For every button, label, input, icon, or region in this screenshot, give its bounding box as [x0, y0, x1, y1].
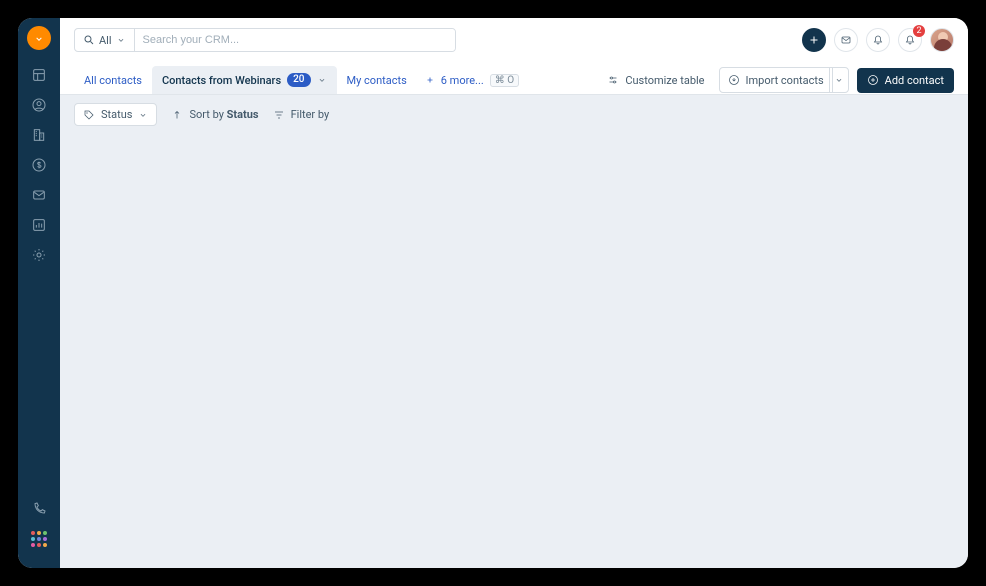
- content-area: [60, 134, 968, 568]
- views-bar: All contacts Contacts from Webinars 20 M…: [60, 62, 968, 94]
- bell-alert-icon: [904, 34, 916, 46]
- device-frame: All 2: [0, 0, 986, 586]
- import-contacts-button[interactable]: Import contacts: [719, 67, 833, 93]
- add-contact-label: Add contact: [885, 74, 944, 87]
- search-scope-select[interactable]: All: [75, 29, 135, 51]
- filter-button[interactable]: Filter by: [273, 108, 330, 121]
- tab-label: All contacts: [84, 74, 142, 87]
- list-toolbar: Status Sort by Status Filter by: [60, 94, 968, 134]
- sort-label: Sort by Status: [189, 108, 258, 121]
- chevron-down-icon: [138, 110, 148, 120]
- import-contacts-group: Import contacts: [719, 67, 849, 93]
- mail-icon: [31, 187, 47, 203]
- sidebar-item-reports[interactable]: [26, 212, 52, 238]
- tab-contacts-from-webinars[interactable]: Contacts from Webinars 20: [152, 66, 337, 94]
- sidebar-item-accounts[interactable]: [26, 122, 52, 148]
- main-area: All 2: [60, 18, 968, 568]
- filter-label: Filter by: [291, 108, 330, 121]
- bell-icon: [872, 34, 884, 46]
- status-chip-label: Status: [101, 108, 132, 121]
- chevron-down-icon: [834, 75, 844, 85]
- quick-add-button[interactable]: [802, 28, 826, 52]
- search-scope-label: All: [99, 34, 112, 47]
- sidebar-item-contacts[interactable]: [26, 92, 52, 118]
- gear-icon: [31, 247, 47, 263]
- arrow-down-icon: [33, 32, 45, 44]
- user-avatar[interactable]: [930, 28, 954, 52]
- sidebar: [18, 18, 60, 568]
- tabs-list: All contacts Contacts from Webinars 20 M…: [74, 66, 527, 94]
- import-contacts-label: Import contacts: [746, 74, 824, 87]
- download-circle-icon: [728, 74, 740, 86]
- app-screen: All 2: [18, 18, 968, 568]
- more-tabs-label: 6 more...: [441, 74, 484, 87]
- sidebar-item-apps[interactable]: [26, 526, 52, 552]
- customize-table-label: Customize table: [625, 74, 704, 87]
- more-tabs-button[interactable]: 6 more... ⌘ O: [417, 68, 527, 93]
- sidebar-item-dashboard[interactable]: [26, 62, 52, 88]
- notifications-badge: 2: [913, 25, 925, 37]
- app-logo[interactable]: [27, 26, 51, 50]
- keyboard-hint: ⌘ O: [490, 74, 519, 87]
- sidebar-item-phone[interactable]: [26, 496, 52, 522]
- sidebar-item-conversations[interactable]: [26, 182, 52, 208]
- arrow-up-icon: [171, 109, 183, 121]
- plus-circle-icon: [867, 74, 879, 86]
- mail-icon: [840, 34, 852, 46]
- tab-label: Contacts from Webinars: [162, 74, 281, 87]
- sort-button[interactable]: Sort by Status: [171, 108, 258, 121]
- apps-grid-icon: [31, 531, 47, 547]
- tab-count-pill: 20: [287, 73, 310, 87]
- mail-button[interactable]: [834, 28, 858, 52]
- search-bar: All: [74, 28, 456, 52]
- plus-icon: [425, 75, 435, 85]
- chevron-down-icon: [317, 75, 327, 85]
- import-contacts-menu[interactable]: [829, 67, 849, 93]
- plus-icon: [808, 34, 820, 46]
- dollar-circle-icon: [31, 157, 47, 173]
- topbar: All 2: [60, 18, 968, 62]
- customize-table-button[interactable]: Customize table: [601, 70, 710, 91]
- tag-icon: [83, 109, 95, 121]
- tab-all-contacts[interactable]: All contacts: [74, 67, 152, 94]
- notifications-button[interactable]: 2: [898, 28, 922, 52]
- sidebar-item-deals[interactable]: [26, 152, 52, 178]
- search-icon: [83, 34, 95, 46]
- building-icon: [31, 127, 47, 143]
- filter-icon: [273, 109, 285, 121]
- bell-button[interactable]: [866, 28, 890, 52]
- bar-chart-icon: [31, 217, 47, 233]
- phone-icon: [31, 501, 47, 517]
- chevron-down-icon: [116, 35, 126, 45]
- add-contact-button[interactable]: Add contact: [857, 68, 954, 93]
- sliders-icon: [607, 74, 619, 86]
- tab-label: My contacts: [347, 74, 407, 87]
- search-input[interactable]: [135, 29, 455, 51]
- sidebar-item-settings[interactable]: [26, 242, 52, 268]
- user-circle-icon: [31, 97, 47, 113]
- layout-icon: [31, 67, 47, 83]
- tab-my-contacts[interactable]: My contacts: [337, 67, 417, 94]
- status-group-button[interactable]: Status: [74, 103, 157, 126]
